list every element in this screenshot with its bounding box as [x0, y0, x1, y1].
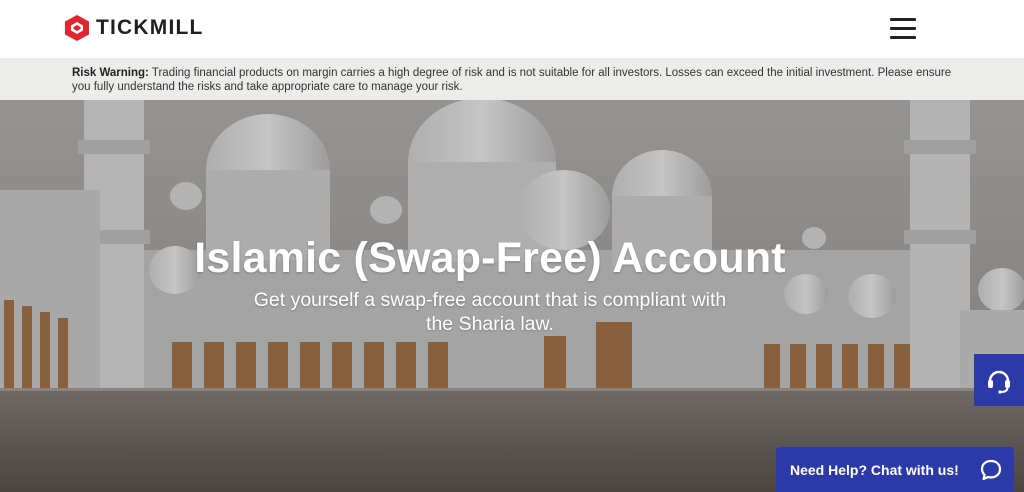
- hero-title: Islamic (Swap-Free) Account: [194, 234, 786, 282]
- hamburger-menu-icon[interactable]: [890, 18, 918, 42]
- risk-warning-banner: Risk Warning: Trading financial products…: [0, 58, 1024, 100]
- chat-label: Need Help? Chat with us!: [790, 461, 959, 478]
- support-button[interactable]: [974, 354, 1024, 406]
- tickmill-hexagon-logo-icon: [65, 15, 89, 41]
- hero-banner: Islamic (Swap-Free) Account Get yourself…: [0, 100, 1024, 492]
- tickmill-logo-link[interactable]: TICKMILL: [64, 13, 204, 43]
- chat-bubble-icon: [980, 459, 1002, 481]
- chat-with-us-button[interactable]: Need Help? Chat with us!: [776, 447, 1014, 492]
- risk-warning-text: Trading financial products on margin car…: [72, 67, 952, 93]
- risk-warning-label: Risk Warning:: [72, 67, 149, 79]
- logo-text: TICKMILL: [96, 16, 204, 39]
- headset-icon: [988, 370, 1010, 394]
- site-header: TICKMILL: [0, 0, 1024, 58]
- hero-subtitle: Get yourself a swap-free account that is…: [253, 289, 727, 335]
